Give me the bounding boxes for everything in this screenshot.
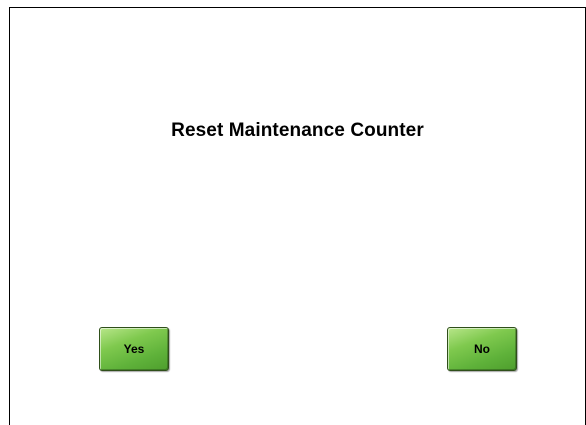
dialog-panel: Reset Maintenance Counter Yes No <box>9 7 586 425</box>
no-button[interactable]: No <box>447 327 517 371</box>
no-button-label: No <box>474 342 490 356</box>
yes-button-label: Yes <box>123 342 145 356</box>
yes-button[interactable]: Yes <box>99 327 169 371</box>
dialog-title: Reset Maintenance Counter <box>171 120 424 141</box>
